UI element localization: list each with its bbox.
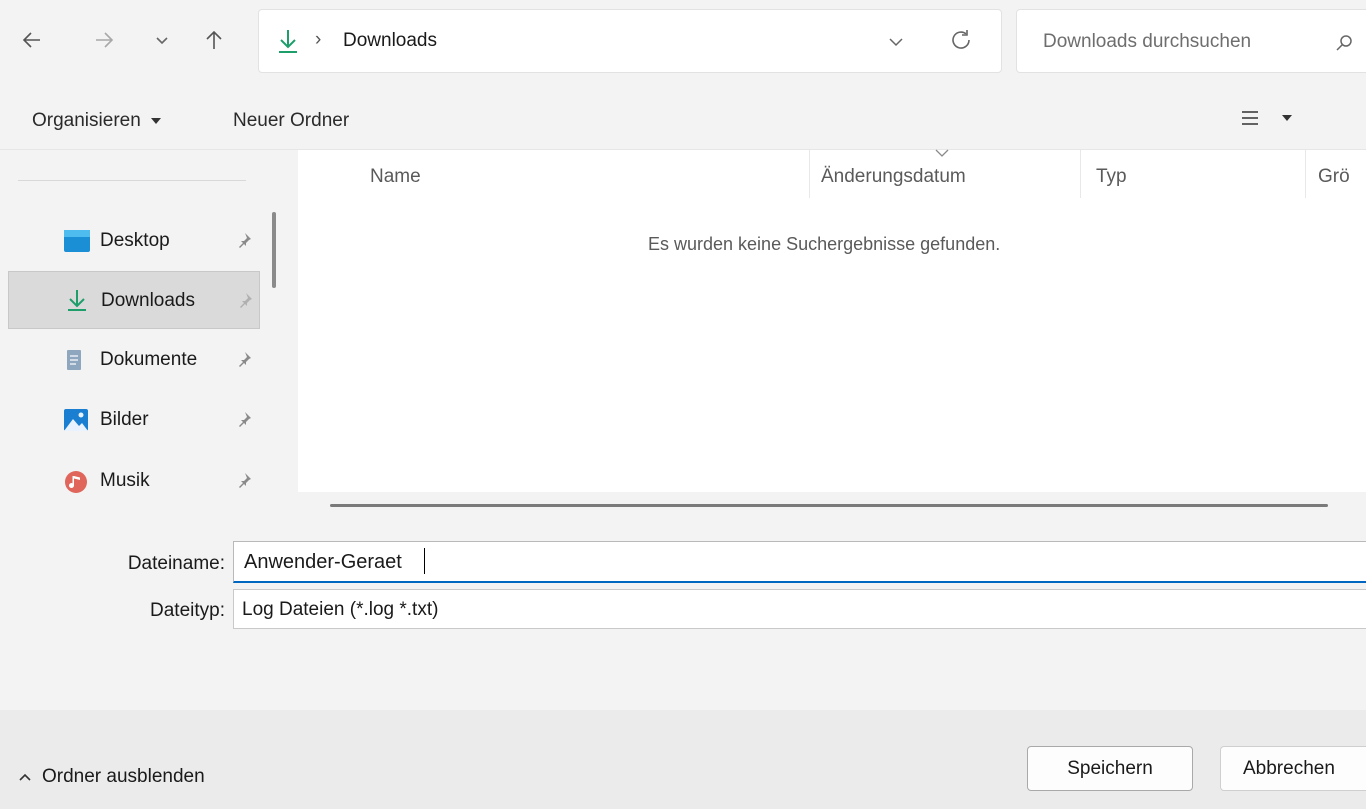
save-button[interactable]: Speichern (1027, 746, 1193, 791)
nav-scrollbar[interactable] (272, 212, 276, 288)
arrow-right-icon (96, 32, 114, 48)
column-divider[interactable] (1080, 150, 1081, 198)
chevron-up-icon (19, 773, 31, 781)
sidebar-item-pictures[interactable]: Bilder (8, 391, 260, 449)
sidebar-item-label: Bilder (100, 409, 149, 430)
sidebar-item-label: Dokumente (100, 349, 198, 370)
filename-field[interactable]: Anwender-Geraet (233, 541, 1366, 583)
filename-input[interactable]: Anwender-Geraet (244, 551, 402, 574)
sidebar-item-label: Downloads (101, 290, 195, 311)
breadcrumb-separator: › (315, 29, 322, 50)
cancel-button[interactable]: Abbrechen (1220, 746, 1366, 791)
save-form: Dateiname: Anwender-Geraet Dateityp: Log… (0, 520, 1366, 710)
pin-icon[interactable] (236, 351, 252, 367)
navigation-pane: Desktop Downloads Dokumente Bilder Musik (0, 150, 298, 520)
filetype-select[interactable]: Log Dateien (*.log *.txt) (233, 589, 1366, 629)
column-header-modified[interactable]: Änderungsdatum (821, 166, 966, 188)
organize-label: Organisieren (32, 110, 141, 131)
download-icon (277, 28, 299, 54)
sidebar-item-downloads[interactable]: Downloads (8, 271, 260, 329)
pin-icon[interactable] (236, 411, 252, 427)
new-folder-button[interactable]: Neuer Ordner (233, 110, 349, 132)
column-divider[interactable] (1305, 150, 1306, 198)
sidebar-item-label: Desktop (100, 230, 170, 251)
filename-label: Dateiname: (127, 553, 225, 574)
column-header-name[interactable]: Name (370, 166, 421, 188)
pin-icon[interactable] (237, 292, 253, 308)
caret-down-icon (1282, 115, 1292, 121)
command-toolbar: Organisieren Neuer Ordner (0, 92, 1366, 150)
document-icon (64, 349, 88, 371)
arrow-up-icon (206, 30, 222, 49)
empty-results-message: Es wurden keine Suchergebnisse gefunden. (648, 234, 1001, 254)
sort-indicator-icon (934, 148, 950, 158)
desktop-icon (64, 230, 90, 252)
refresh-icon (952, 30, 970, 49)
navigation-bar: › Downloads Downloads durchsuchen (0, 0, 1366, 92)
search-box[interactable]: Downloads durchsuchen (1016, 9, 1366, 73)
sidebar-item-desktop[interactable]: Desktop (8, 212, 260, 270)
arrow-left-icon (22, 32, 40, 48)
breadcrumb-downloads[interactable]: Downloads (343, 30, 437, 52)
back-button[interactable] (14, 22, 50, 58)
up-button[interactable] (196, 22, 232, 58)
list-view-icon (1242, 111, 1258, 125)
pin-icon[interactable] (236, 472, 252, 488)
chevron-down-icon (889, 38, 903, 47)
address-bar[interactable]: › Downloads (258, 9, 1002, 73)
dialog-footer: Ordner ausblenden Speichern Abbrechen (0, 710, 1366, 809)
music-icon (64, 470, 88, 493)
address-history-button[interactable] (887, 32, 905, 50)
sidebar-item-documents[interactable]: Dokumente (8, 331, 260, 389)
filetype-label: Dateityp: (150, 600, 225, 621)
column-divider[interactable] (809, 150, 810, 198)
column-header-type[interactable]: Typ (1096, 166, 1127, 188)
pin-icon[interactable] (236, 232, 252, 248)
filetype-selected-value: Log Dateien (*.log *.txt) (242, 599, 439, 620)
text-cursor (424, 548, 425, 574)
view-options-button[interactable] (1240, 109, 1292, 127)
sidebar-item-label: Musik (100, 470, 150, 491)
search-input[interactable]: Downloads durchsuchen (1043, 31, 1251, 53)
pictures-icon (64, 409, 88, 431)
organize-button[interactable]: Organisieren (32, 110, 161, 132)
search-icon (1335, 34, 1353, 52)
file-list: Name Änderungsdatum Typ Grö Es wurden ke… (298, 148, 1366, 520)
column-header-size[interactable]: Grö (1318, 166, 1350, 188)
hide-folders-label: Ordner ausblenden (42, 766, 205, 787)
recent-locations-button[interactable] (144, 22, 180, 58)
sidebar-item-music[interactable]: Musik (8, 452, 260, 510)
hide-folders-button[interactable]: Ordner ausblenden (18, 766, 205, 788)
refresh-button[interactable] (949, 28, 973, 52)
download-icon (65, 288, 89, 311)
forward-button[interactable] (86, 22, 122, 58)
chevron-down-icon (156, 37, 168, 45)
nav-divider (18, 180, 246, 181)
caret-down-icon (150, 118, 161, 124)
horizontal-scrollbar-thumb[interactable] (330, 504, 1328, 507)
